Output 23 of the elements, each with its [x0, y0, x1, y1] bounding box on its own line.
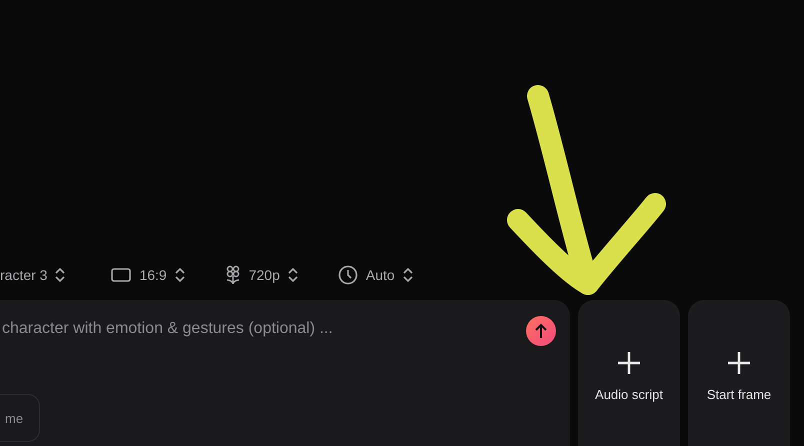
send-button[interactable] [526, 316, 556, 346]
option-value: racter 3 [0, 267, 48, 283]
chip-button[interactable]: me [0, 394, 40, 442]
option-selector[interactable]: Auto [338, 265, 413, 285]
option-value: 720p [248, 267, 280, 283]
clock-icon [338, 265, 358, 285]
plus-icon [617, 351, 641, 375]
chevron-up-down-icon [288, 267, 298, 283]
chevron-up-down-icon [402, 267, 413, 283]
option-selector[interactable]: 720p [224, 265, 298, 285]
option-selector[interactable]: racter 3 [0, 267, 66, 283]
option-value: Auto [366, 267, 395, 283]
add-card[interactable]: Audio script [578, 300, 680, 446]
add-card[interactable]: Start frame [688, 300, 790, 446]
plus-icon [727, 351, 751, 375]
chevron-up-down-icon [174, 267, 185, 283]
flower-icon [224, 265, 241, 285]
chevron-up-down-icon [55, 267, 66, 283]
option-value: 16:9 [139, 267, 167, 283]
prompt-field[interactable]: character with emotion & gestures (optional) ... [0, 320, 502, 338]
option-selector[interactable]: 16:9 [111, 267, 185, 283]
rectangle-icon [111, 268, 132, 282]
arrow-up-icon [534, 323, 548, 339]
